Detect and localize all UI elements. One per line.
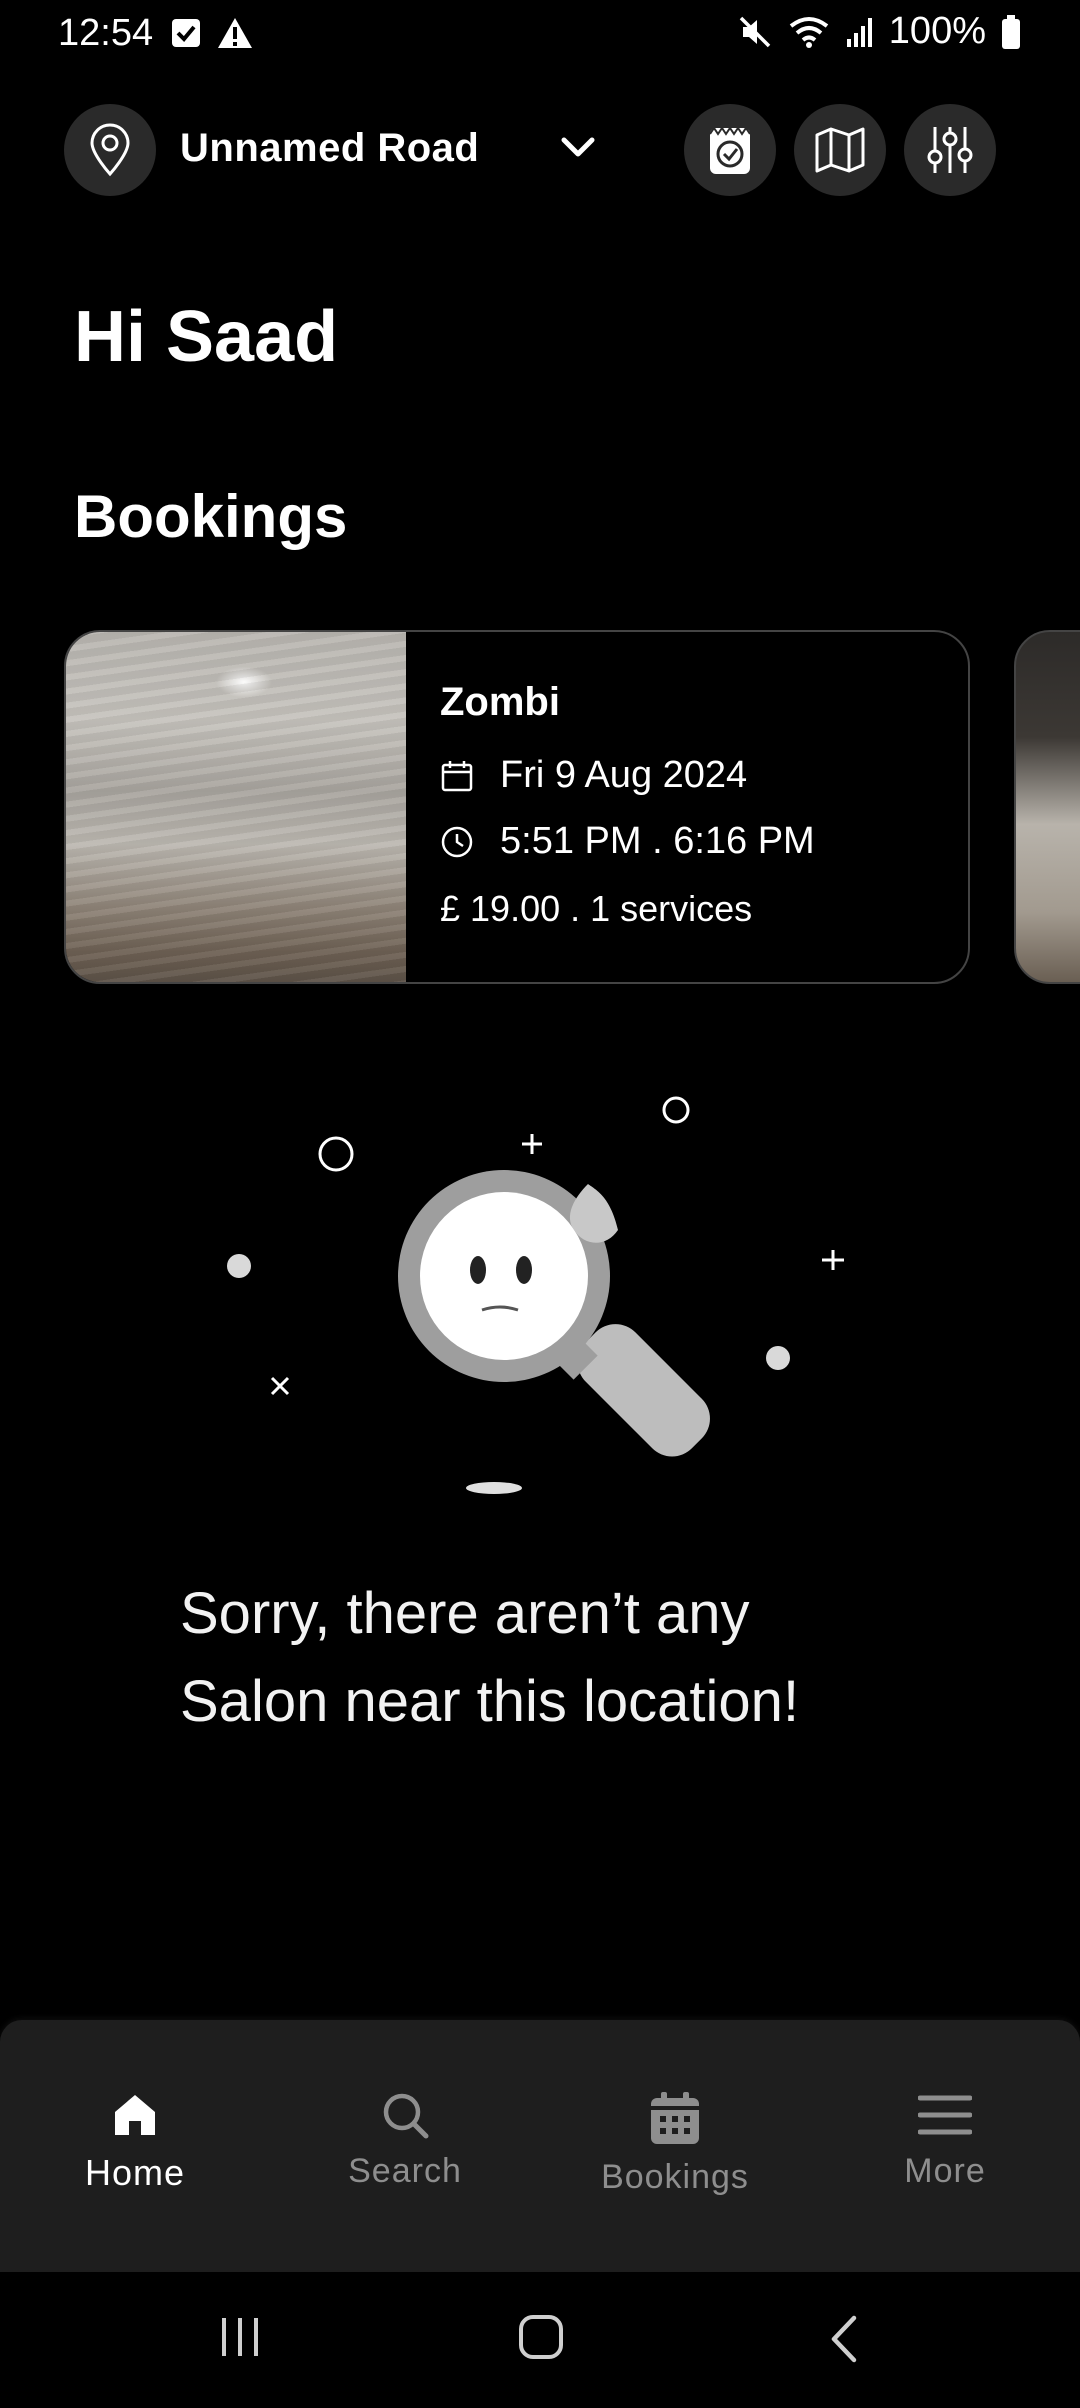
home-icon: [115, 2095, 155, 2135]
mute-icon: [739, 16, 771, 47]
location-name[interactable]: Unnamed Road: [180, 126, 479, 171]
location-header: Unnamed Road: [0, 100, 1080, 200]
recent-apps-icon[interactable]: [218, 2314, 262, 2360]
booking-salon-name: Zombi: [440, 680, 560, 724]
calendar-icon: [441, 760, 473, 791]
booking-card[interactable]: Zombi Fri 9 Aug 2024 5:51 PM . 6:16 PM £…: [64, 630, 970, 984]
back-icon[interactable]: [826, 2314, 862, 2364]
badge-check-icon: [709, 126, 751, 174]
status-time: 12:54: [58, 12, 154, 54]
home-button-icon[interactable]: [518, 2314, 564, 2360]
nav-home-label: Home: [84, 2152, 186, 2193]
greeting-title: Hi Saad: [74, 297, 339, 377]
map-icon: [815, 127, 865, 173]
warning-icon: [218, 18, 252, 48]
system-navigation-bar: [0, 2272, 1080, 2408]
booking-time: 5:51 PM . 6:16 PM: [500, 820, 815, 862]
nav-search-label: Search: [348, 2152, 462, 2190]
signal-icon: [846, 17, 872, 47]
booking-price: £ 19.00 . 1 services: [440, 888, 753, 929]
booking-time-row: 5:51 PM . 6:16 PM: [440, 820, 815, 863]
filters-button[interactable]: [904, 104, 996, 196]
search-icon: [383, 2093, 429, 2139]
nav-bookings[interactable]: Bookings: [575, 2090, 775, 2197]
salon-thumbnail: [66, 632, 406, 982]
menu-icon: [918, 2095, 972, 2135]
status-right: 100%: [737, 10, 1022, 53]
checkbox-notification-icon: [172, 19, 200, 47]
booking-date-row: Fri 9 Aug 2024: [440, 754, 747, 797]
status-bar: 12:54 100%: [0, 0, 1080, 68]
clock-icon: [441, 826, 473, 857]
battery-icon: [1002, 14, 1020, 49]
location-pin-icon: [90, 123, 130, 177]
empty-state-line-2: Salon near this location!: [180, 1669, 800, 1734]
nav-more-label: More: [904, 2152, 986, 2190]
sliders-icon: [927, 127, 973, 173]
location-button[interactable]: [64, 104, 156, 196]
nav-search[interactable]: Search: [305, 2090, 505, 2191]
wifi-icon: [789, 16, 829, 48]
map-button[interactable]: [794, 104, 886, 196]
empty-state-line-1: Sorry, there aren’t any: [180, 1581, 750, 1646]
booking-price-row: £ 19.00 . 1 services: [440, 888, 752, 930]
bookings-section-title: Bookings: [74, 483, 348, 550]
calendar-icon: [651, 2092, 699, 2144]
bottom-navigation: Home Search Bookings More: [0, 2020, 1080, 2272]
booking-card-next[interactable]: [1014, 630, 1080, 984]
empty-state-message: Sorry, there aren’t any Salon near this …: [180, 1570, 940, 1746]
no-results-illustration: [227, 1096, 844, 1494]
check-in-button[interactable]: [684, 104, 776, 196]
nav-more[interactable]: More: [845, 2090, 1045, 2191]
nav-bookings-label: Bookings: [601, 2158, 749, 2196]
battery-percent: 100%: [888, 10, 986, 52]
booking-date: Fri 9 Aug 2024: [500, 754, 748, 796]
chevron-down-icon[interactable]: [556, 128, 600, 168]
status-notification-icons: [170, 16, 254, 50]
nav-home[interactable]: Home: [35, 2090, 235, 2194]
home-screen: 12:54 100% Unnamed Road Hi Saad Bookings…: [0, 0, 1080, 2408]
